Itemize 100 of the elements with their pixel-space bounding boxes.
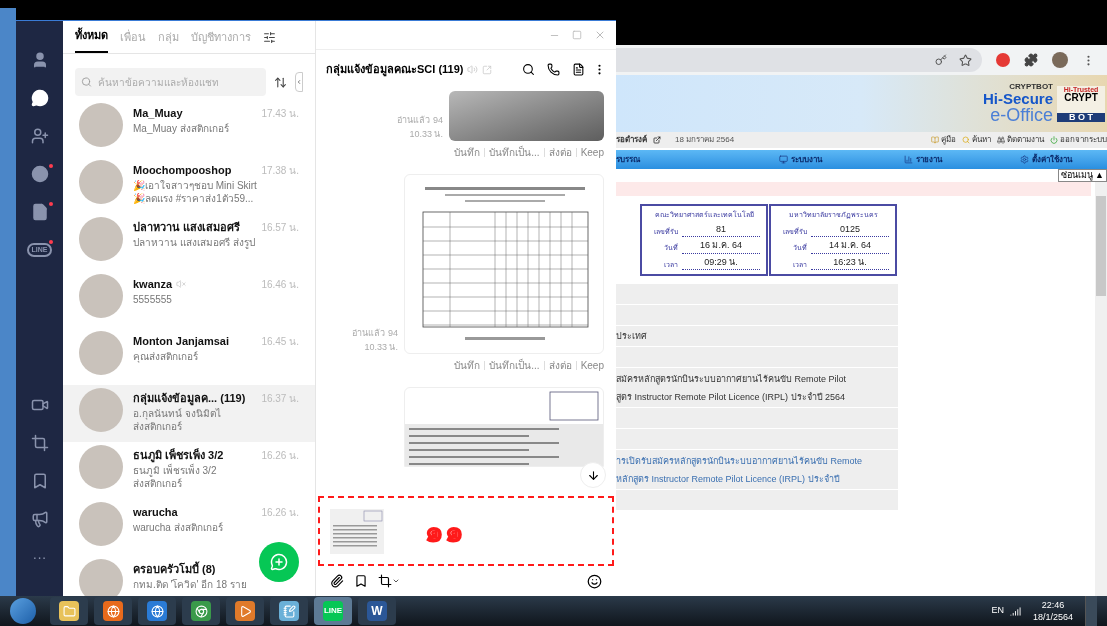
annotation-number: ๑๑ [424,512,464,551]
search-field[interactable]: ค้นหาข้อความและห้องแชท [75,68,266,96]
bookmark-icon[interactable] [354,574,368,588]
external-link-icon[interactable] [653,136,661,144]
chat-list-item[interactable]: warucha 16.26 น. warucha ส่งสติกเกอร์ [63,499,315,556]
crop-icon[interactable] [30,434,49,452]
nav-menu-item[interactable]: ระบบงาน [738,150,862,169]
speaker-icon [467,64,479,75]
more-icon[interactable]: ··· [32,546,47,568]
chat-time: 16.45 น. [261,334,299,349]
header-link[interactable]: ออกจากระบบ [1050,134,1107,146]
extensions-icon[interactable] [1024,53,1038,67]
message-time: 10.33 น. [409,127,443,141]
header-link[interactable]: ติดตามงาน [997,134,1044,146]
avatar [79,103,123,147]
star-icon[interactable] [959,53,972,67]
start-button[interactable] [10,598,36,624]
chat-preview: 🎉ลดแรง #ราคาส่ง1ตัว59... [133,191,255,205]
header-link[interactable]: ค้นหา [962,134,991,146]
message-action-link[interactable]: บันทึก [454,145,481,160]
network-icon[interactable] [1009,605,1021,617]
chat-time: 16.57 น. [261,220,299,235]
scroll-down-button[interactable] [580,462,606,488]
brand-label: CRYPT [1064,92,1098,103]
binoculars-icon [997,136,1005,144]
chat-preview: 5555555 [133,292,173,306]
search-icon [81,76,92,88]
folder-icon [59,601,79,621]
chat-list-item[interactable]: kwanza 16.46 น. 5555555 [63,271,315,328]
table-text: สมัครหลักสูตรนักบินระบบอากาศยานไร้คนขับ Remote Pilot [616,372,848,387]
search-input[interactable]: ค้นหาข้อความและห้องแชท [97,74,260,90]
key-icon[interactable] [935,54,947,66]
document-link[interactable]: ารเปิดรับสมัครหลักสูตรนักบินระบบอากาศยานไร้คนขับ Remote [616,451,898,470]
notepad-icon [279,601,299,621]
chats-icon[interactable] [30,89,49,107]
taskbar-app-button[interactable] [138,597,176,625]
chat-list-item[interactable]: Monton Janjamsai 16.45 น. คุณส่งสติกเกอร์ [63,328,315,385]
taskbar-app-button[interactable]: W [358,597,396,625]
taskbar-app-button[interactable] [50,597,88,625]
document-image-drawing[interactable] [404,174,604,354]
chart-icon [903,155,913,164]
taskbar-app-button[interactable] [94,597,132,625]
avatar [79,331,123,375]
chat-preview: ธนภูมิ เพ็ชรเพ็ง 3/2 [133,463,218,477]
chat-list-item[interactable]: ธนภูมิ เพ็ชรเพ็ง 3/2 16.26 น. ธนภูมิ เพ็ชรเพ็ง 3/2 ส่งสติกเกอร์ [63,442,315,499]
taskbar-app-button[interactable] [226,597,264,625]
scrollbar[interactable] [1095,182,1107,596]
avatar [79,388,123,432]
avatar [79,559,123,596]
chat-preview: warucha ส่งสติกเกอร์ [133,520,224,534]
hide-menu-button[interactable]: ซ่อนเมนู ▲ [1057,169,1107,182]
add-friend-icon[interactable] [30,127,49,145]
photo-placeholder[interactable] [449,91,604,141]
announce-icon[interactable] [30,510,49,528]
filter-tab[interactable]: ทั้งหมด [75,26,108,53]
chat-list-item[interactable]: ปลาหวาน แสงเสมอศรี 16.57 น. ปลาหวาน แสงเสมอศรี ส่งรูป [63,214,315,271]
nav-menu-item[interactable]: รบรรณ [616,150,739,169]
header-link[interactable]: คู่มือ [931,134,956,146]
chat-preview: ส่งสติกเกอร์ [133,419,183,433]
message-action-link[interactable]: ส่งต่อ [548,145,572,160]
message-action-link[interactable]: Keep [580,145,604,160]
profile-avatar[interactable] [1052,52,1068,68]
nav-menu-item[interactable]: รายงาน [861,150,985,169]
message-action-link[interactable]: บันทึก [454,358,481,373]
message-action-link[interactable]: บันทึกเป็น... [489,145,540,160]
phone-icon[interactable] [547,63,560,76]
adblock-icon[interactable] [996,53,1010,67]
document-link[interactable]: หลักสูตร Instructor Remote Pilot Licence (IRPL) ประจำปี [616,469,898,488]
stamp-value: 14 ม.ค. 64 [811,239,889,254]
chat-preview: ส่งสติกเกอร์ [133,476,183,490]
taskbar-app-button[interactable] [182,597,220,625]
chat-list-item[interactable]: Moochompooshop 17.38 น. 🎉เอาใจสาวๆชอบ Mini Skirt 🎉ลดแรง #ราคาส่ง1ตัว59... [63,157,315,214]
notes-icon[interactable] [572,63,585,76]
chat-list-item[interactable]: Ma_Muay 17.43 น. Ma_Muay ส่งสติกเกอร์ [63,100,315,157]
avatar [79,160,123,204]
filter-settings-icon[interactable] [263,31,276,44]
chat-time: 16.26 น. [261,505,299,520]
taskbar-app-button[interactable] [270,597,308,625]
brand-label: CRYPTBOT [1009,83,1053,91]
attachment-thumbnail-drawing [330,508,384,554]
chat-name: warucha [133,505,178,520]
message-action-link[interactable]: บันทึกเป็น... [489,358,540,373]
language-indicator[interactable]: EN [991,604,1004,618]
app-logo: LINE [322,601,344,621]
chat-title: กลุ่มแจ้งข้อมูลคณะSCI (119) [326,62,464,78]
message-action-link[interactable]: Keep [580,358,604,373]
search-icon[interactable] [522,63,535,76]
chat-preview: คุณส่งสติกเกอร์ [133,349,199,363]
message-action-link[interactable]: ส่งต่อ [548,358,572,373]
attach-icon[interactable] [330,574,344,588]
sort-icon[interactable] [274,75,287,89]
chat-name: ครอบครัวโมบี้ (8) [133,561,216,577]
screenshot-menu-icon[interactable] [378,574,400,588]
clock-time: 22:46 [1041,599,1065,611]
chat-name: kwanza [133,277,173,292]
chat-name: Monton Janjamsai [133,334,229,349]
emoji-icon[interactable] [587,573,602,589]
chat-name: ปลาหวาน แสงเสมอศรี [133,220,241,235]
scrollbar-thumb[interactable] [1096,196,1106,296]
nav-menu-item[interactable]: ตั้งค่าใช้งาน [984,150,1107,169]
